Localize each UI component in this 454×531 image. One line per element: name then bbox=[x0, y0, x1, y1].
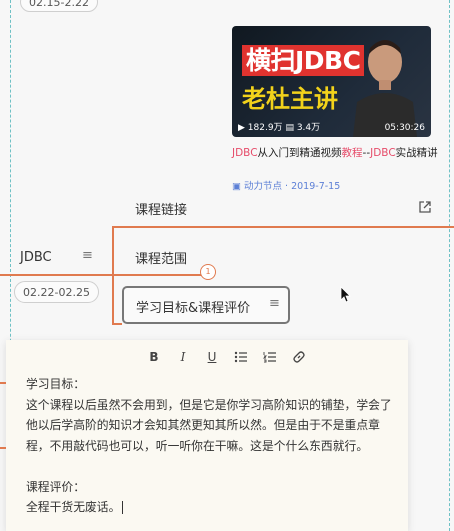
title-keyword: JDBC bbox=[232, 147, 258, 159]
channel-icon: ▣ bbox=[232, 181, 241, 192]
format-toolbar: B I U bbox=[146, 348, 307, 366]
italic-button[interactable]: I bbox=[175, 350, 191, 364]
review-line: 全程干货无废话。 bbox=[26, 497, 396, 518]
branch-line bbox=[112, 323, 122, 325]
video-meta[interactable]: ▣ 动力节点 · 2019-7-15 bbox=[232, 178, 340, 192]
video-title[interactable]: JDBC从入门到精通视频教程--JDBC实战精讲 bbox=[232, 146, 442, 161]
presenter-photo bbox=[353, 40, 417, 137]
like-icon: ▤ bbox=[285, 123, 294, 133]
video-stats: ▶ 182.9万 ▤ 3.4万 bbox=[238, 120, 320, 133]
video-duration: 05:30:26 bbox=[384, 123, 425, 133]
title-text: 实战精讲 bbox=[395, 147, 438, 159]
meta-separator: · bbox=[282, 181, 292, 192]
topic-goal-review-selected[interactable]: 学习目标&课程评价 ≡ bbox=[122, 286, 290, 324]
play-icon: ▶ bbox=[238, 123, 245, 133]
title-text: 从入门到精通视频 bbox=[257, 147, 342, 159]
underline-button[interactable]: U bbox=[204, 350, 220, 364]
numbered-list-icon[interactable] bbox=[262, 351, 278, 363]
view-count: 182.9万 bbox=[247, 123, 283, 133]
topic-label: 学习目标&课程评价 bbox=[136, 301, 251, 316]
goal-body: 这个课程以后虽然不会用到，但是它是你学习高阶知识的铺垫，学会了他以后学高阶的知识… bbox=[26, 397, 392, 453]
branch-line bbox=[112, 226, 454, 228]
goal-heading: 学习目标： bbox=[26, 377, 85, 391]
link-icon[interactable] bbox=[291, 350, 307, 364]
mouse-pointer-icon bbox=[340, 286, 351, 303]
channel-name: 动力节点 bbox=[244, 181, 283, 192]
like-count: 3.4万 bbox=[296, 123, 321, 133]
branch-line bbox=[0, 382, 6, 384]
bullet-list-icon[interactable] bbox=[233, 351, 249, 363]
date-range-text: 02.15-2.22 bbox=[29, 0, 89, 9]
notes-editor[interactable]: B I U 学习目标： 这个课程以后虽然不会用到，但是它是你学习高阶知识的铺垫，… bbox=[6, 340, 408, 531]
date-range-pill-top[interactable]: 02.15-2.22 bbox=[20, 0, 98, 12]
title-separator: -- bbox=[362, 147, 371, 159]
menu-icon[interactable]: ≡ bbox=[269, 296, 280, 311]
title-keyword: 教程 bbox=[341, 147, 363, 159]
thumbnail-subtitle: 老杜主讲 bbox=[242, 85, 338, 113]
branch-line bbox=[0, 447, 6, 449]
review-heading: 课程评价： bbox=[26, 479, 85, 494]
review-body: 全程干货无废话。 bbox=[26, 500, 121, 514]
external-link-icon[interactable] bbox=[418, 200, 432, 214]
date-range-text: 02.22-02.25 bbox=[23, 286, 90, 299]
text-caret bbox=[122, 501, 124, 514]
timeline-guide-right bbox=[449, 0, 450, 531]
upload-date: 2019-7-15 bbox=[291, 181, 341, 192]
menu-icon[interactable]: ≡ bbox=[82, 248, 93, 263]
branch-line bbox=[0, 274, 112, 276]
topic-course-link[interactable]: 课程链接 bbox=[135, 199, 187, 218]
bold-button[interactable]: B bbox=[146, 350, 162, 364]
date-range-pill[interactable]: 02.22-02.25 bbox=[14, 281, 99, 303]
timeline-node-jdbc[interactable]: JDBC bbox=[20, 250, 52, 265]
topic-course-scope[interactable]: 课程范围 bbox=[135, 248, 187, 267]
thumbnail-title: 横扫JDBC bbox=[242, 45, 365, 76]
video-thumbnail[interactable]: 横扫JDBC 老杜主讲 ▶ 182.9万 ▤ 3.4万 05:30:26 bbox=[232, 26, 431, 137]
editor-content[interactable]: 学习目标： 这个课程以后虽然不会用到，但是它是你学习高阶知识的铺垫，学会了他以后… bbox=[26, 374, 396, 518]
collapse-count-badge[interactable]: 1 bbox=[200, 264, 216, 280]
title-keyword: JDBC bbox=[370, 147, 396, 159]
branch-line bbox=[112, 274, 207, 276]
